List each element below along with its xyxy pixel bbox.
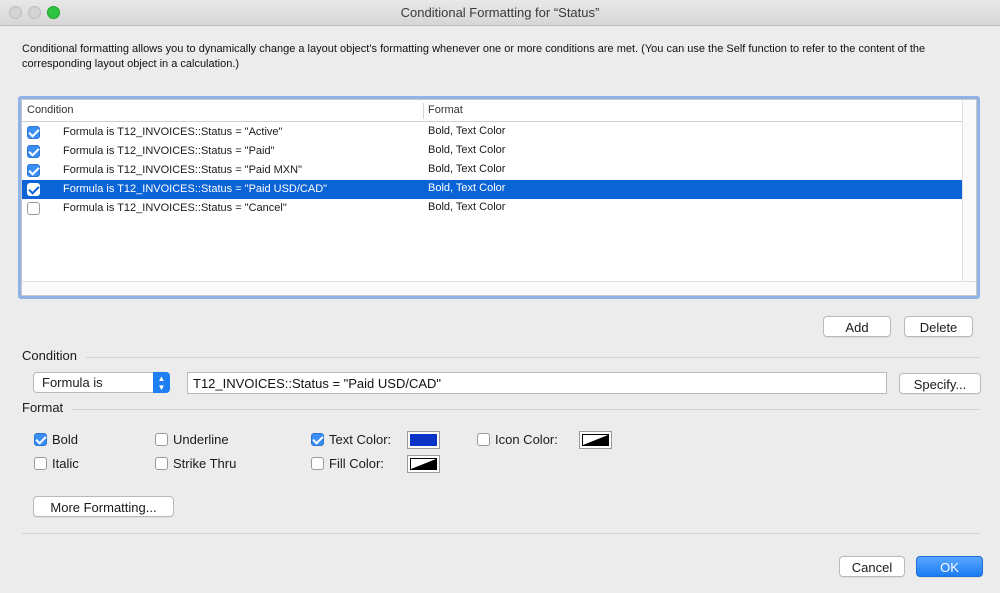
no-color-icon <box>410 458 437 470</box>
icon-color-label: Icon Color: <box>495 432 558 447</box>
table-row[interactable]: Formula is T12_INVOICES::Status = "Activ… <box>22 123 966 142</box>
more-formatting-button[interactable]: More Formatting... <box>33 496 174 517</box>
column-header-condition[interactable]: Condition <box>27 104 73 116</box>
ok-button[interactable]: OK <box>916 556 983 577</box>
column-header-format[interactable]: Format <box>428 104 463 116</box>
checkbox-box[interactable] <box>34 433 47 446</box>
no-color-icon <box>582 434 609 446</box>
row-format: Bold, Text Color <box>428 182 506 194</box>
divider <box>86 357 980 358</box>
checkbox-box[interactable] <box>311 457 324 470</box>
text-color-label: Text Color: <box>329 432 392 447</box>
select-arrows-icon: ▲ ▼ <box>153 372 170 393</box>
vertical-scrollbar[interactable] <box>962 100 976 281</box>
fill-color-swatch[interactable] <box>407 455 440 473</box>
divider <box>22 533 980 534</box>
cancel-button[interactable]: Cancel <box>839 556 905 577</box>
fill-color-checkbox[interactable]: Fill Color: <box>311 456 401 472</box>
italic-label: Italic <box>52 456 79 471</box>
formula-input[interactable] <box>187 372 887 394</box>
window-title: Conditional Formatting for “Status” <box>400 5 600 20</box>
italic-checkbox[interactable]: Italic <box>34 456 114 472</box>
fill-color-label: Fill Color: <box>329 456 384 471</box>
checkbox-box[interactable] <box>34 457 47 470</box>
specify-button[interactable]: Specify... <box>899 373 981 394</box>
row-enabled-checkbox[interactable] <box>27 202 40 215</box>
row-condition: Formula is T12_INVOICES::Status = "Cance… <box>63 202 287 214</box>
underline-label: Underline <box>173 432 229 447</box>
text-color-checkbox[interactable]: Text Color: <box>311 432 401 448</box>
icon-color-checkbox[interactable]: Icon Color: <box>477 432 577 448</box>
format-section-label: Format <box>22 400 64 415</box>
row-condition: Formula is T12_INVOICES::Status = "Activ… <box>63 126 283 138</box>
table-row[interactable]: Formula is T12_INVOICES::Status = "Cance… <box>22 199 966 218</box>
condition-section-label: Condition <box>22 348 77 363</box>
condition-type-value: Formula is <box>42 375 103 390</box>
row-enabled-checkbox[interactable] <box>27 145 40 158</box>
title-bar: Conditional Formatting for “Status” <box>0 0 1000 26</box>
add-button[interactable]: Add <box>823 316 891 337</box>
table-header: Condition Format <box>22 100 966 122</box>
table-row[interactable]: Formula is T12_INVOICES::Status = "Paid"… <box>22 142 966 161</box>
condition-type-select[interactable]: Formula is ▲ ▼ <box>33 372 170 393</box>
description-text: Conditional formatting allows you to dyn… <box>22 43 926 70</box>
row-condition: Formula is T12_INVOICES::Status = "Paid" <box>63 145 275 157</box>
checkbox-box[interactable] <box>477 433 490 446</box>
text-color-fill <box>410 434 437 446</box>
checkbox-box[interactable] <box>311 433 324 446</box>
checkbox-box[interactable] <box>155 433 168 446</box>
conditions-table[interactable]: Condition Format Formula is T12_INVOICES… <box>18 96 980 299</box>
icon-color-swatch[interactable] <box>579 431 612 449</box>
bold-label: Bold <box>52 432 79 447</box>
row-format: Bold, Text Color <box>428 125 506 137</box>
strike-thru-checkbox[interactable]: Strike Thru <box>155 456 255 472</box>
delete-button[interactable]: Delete <box>904 316 973 337</box>
row-format: Bold, Text Color <box>428 163 506 175</box>
row-enabled-checkbox[interactable] <box>27 126 40 139</box>
strike-thru-label: Strike Thru <box>173 456 237 471</box>
row-enabled-checkbox[interactable] <box>27 164 40 177</box>
divider <box>72 409 980 410</box>
row-format: Bold, Text Color <box>428 144 506 156</box>
table-row[interactable]: Formula is T12_INVOICES::Status = "Paid … <box>22 161 966 180</box>
underline-checkbox[interactable]: Underline <box>155 432 255 448</box>
horizontal-scrollbar[interactable] <box>22 281 976 295</box>
row-enabled-checkbox[interactable] <box>27 183 40 196</box>
table-row-selected[interactable]: Formula is T12_INVOICES::Status = "Paid … <box>22 180 966 199</box>
bold-checkbox[interactable]: Bold <box>34 432 114 448</box>
checkbox-box[interactable] <box>155 457 168 470</box>
row-condition: Formula is T12_INVOICES::Status = "Paid … <box>63 164 302 176</box>
row-condition: Formula is T12_INVOICES::Status = "Paid … <box>63 183 328 195</box>
row-format: Bold, Text Color <box>428 201 506 213</box>
text-color-swatch[interactable] <box>407 431 440 449</box>
